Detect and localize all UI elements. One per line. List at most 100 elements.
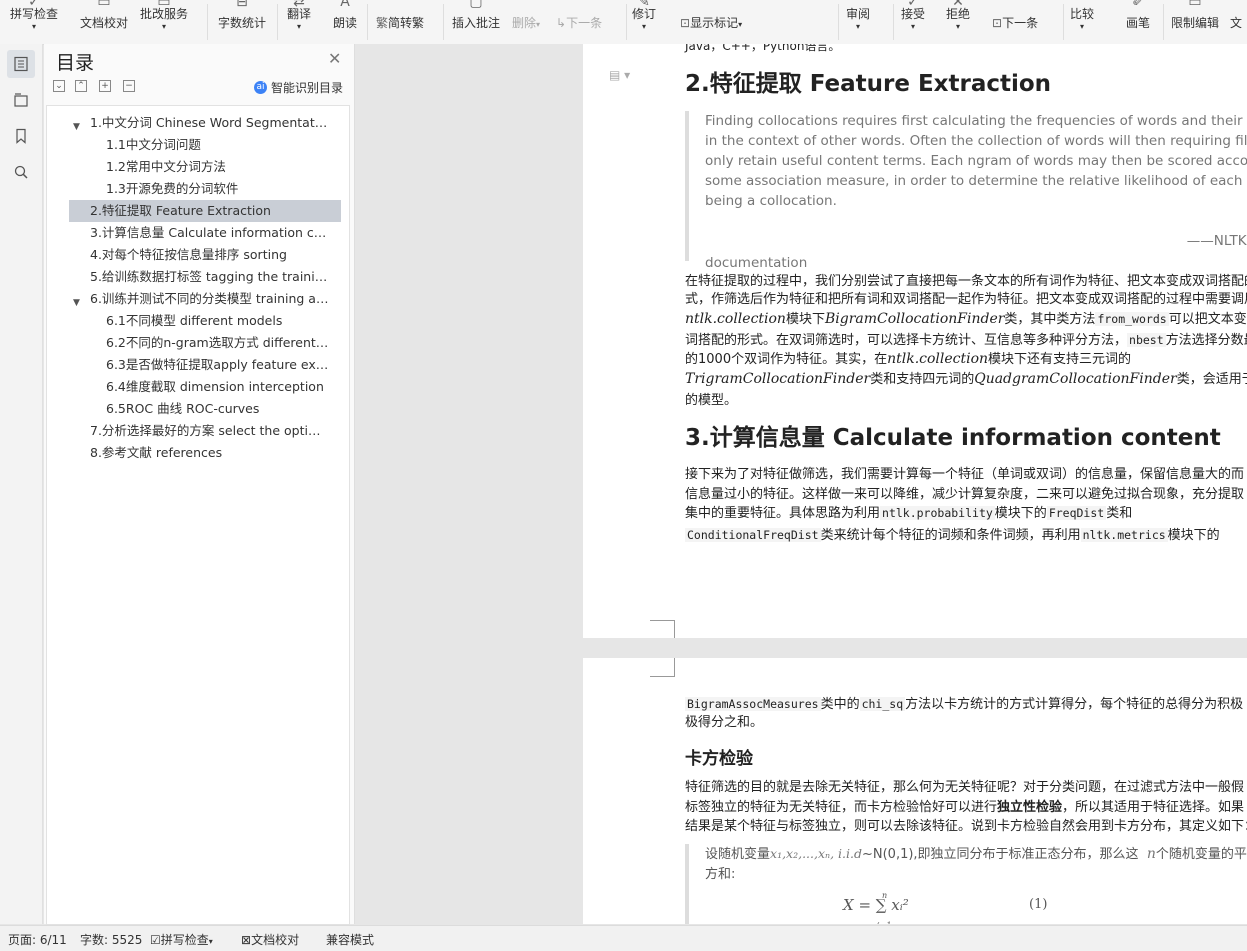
crop-mark (650, 620, 675, 638)
doc-check-status[interactable]: ⊠文档校对 (241, 931, 299, 948)
toc-item[interactable]: 7.分析选择最好的方案 select the optimal solution (90, 420, 332, 442)
body-text: 集中的重要特征。具体思路为利用 ntlk.probability 模块下的 FreqD… (685, 506, 1133, 521)
blockquote: Finding collocations requires first calc… (685, 111, 1247, 271)
accept-button[interactable]: ✓ 接受 ▾ (901, 0, 925, 44)
page-indicator[interactable]: 页面: 6/11 (8, 931, 67, 948)
toc-item[interactable]: 5.给训练数据打标签 tagging the training data (90, 266, 332, 288)
body-text: 标签独立的特征为无关特征，而卡方检验恰好可以进行独立性检验，所以其适用于特征选择… (685, 800, 1245, 815)
review-button[interactable]: 审阅 ▾ (846, 0, 870, 44)
toc-view-icon[interactable] (7, 50, 35, 78)
body-text: ConditionalFreqDist 类来统计每个特征的词频和条件词频，再利用 n… (685, 528, 1220, 543)
smart-toc-icon: ai (254, 81, 267, 94)
batch-service-button[interactable]: ▭ 批改服务 ▾ (140, 0, 188, 44)
toc-item[interactable]: 6.5ROC 曲线 ROC-curves (106, 398, 331, 420)
body-text: TrigramCollocationFinder类和支持四元词的Quadgram… (685, 371, 1247, 387)
toc-item[interactable]: 1.1中文分词问题 (106, 134, 331, 156)
smart-toc-button[interactable]: ai 智能识别目录 (254, 79, 343, 96)
reject-icon: ✕ (952, 0, 964, 10)
toc-item[interactable]: 1.2常用中文分词方法 (106, 156, 331, 178)
translate-button[interactable]: ⇄ 翻译 ▾ (287, 0, 311, 44)
chevron-down-icon[interactable]: ▼ (73, 122, 80, 132)
add-heading-icon[interactable]: + (99, 80, 111, 92)
next-comment-button[interactable]: ↳下一条 (556, 14, 602, 31)
insert-comment-button[interactable]: ▢ 插入批注 (452, 0, 500, 44)
check-box-icon: ☑ (150, 933, 161, 947)
check-icon: ✓ (28, 0, 40, 10)
paragraph-format-icon[interactable]: ▤ ▾ (609, 68, 630, 82)
search-doc-icon: ▭ (157, 0, 171, 10)
status-bar: 页面: 6/11 字数: 5525 ☑拼写检查▾ ⊠文档校对 兼容模式 (0, 925, 1247, 951)
body-text: BigramAssocMeasures 类中的 chi_sq 方法以卡方统计的方式计算… (685, 697, 1244, 712)
spell-check-status[interactable]: ☑拼写检查▾ (150, 931, 213, 948)
separator (893, 4, 894, 40)
close-icon[interactable]: ✕ (328, 49, 341, 68)
toc-item[interactable]: 4.对每个特征按信息量排序 sorting (90, 244, 332, 266)
equation-number: (1) (1029, 897, 1048, 912)
next-change-button[interactable]: ⊡下一条 (992, 14, 1038, 31)
markup-icon: ⊡ (680, 16, 691, 30)
lock-doc-icon: ▭ (1188, 0, 1202, 10)
separator (1063, 4, 1064, 40)
toc-item[interactable]: 6.3是否做特征提取apply feature extraction (106, 354, 331, 376)
simp-trad-button[interactable]: 繁简转繁 (376, 14, 424, 31)
restrict-edit-button[interactable]: ▭ 限制编辑 (1171, 0, 1219, 44)
bookmark-icon[interactable] (7, 122, 35, 150)
simp-trad-icon: 繁 (376, 16, 389, 30)
pen-icon: ✐ (1132, 0, 1144, 10)
toc-item-selected[interactable]: 2.特征提取 Feature Extraction (69, 200, 341, 222)
toc-list: ▼ 1.中文分词 Chinese Word Segmentation 1.1中文… (46, 105, 350, 925)
toc-item[interactable]: 3.计算信息量 Calculate information content (90, 222, 332, 244)
accept-icon: ✓ (907, 0, 919, 10)
separator (626, 4, 627, 40)
heading-chi-square: 卡方检验 (685, 749, 753, 769)
toc-item[interactable]: 6.4维度截取 dimension interception (106, 376, 331, 398)
body-text: Java，C++，Python语言。 (685, 44, 841, 53)
document-page[interactable]: BigramAssocMeasures 类中的 chi_sq 方法以卡方统计的方式计算… (583, 658, 1247, 924)
crop-mark (650, 658, 675, 677)
comment-icon: ▢ (469, 0, 483, 10)
delete-comment-button[interactable]: 删除▾ (512, 14, 540, 31)
spell-check-button[interactable]: ✓ 拼写检查 ▾ (10, 0, 58, 44)
chapter-icon[interactable] (7, 86, 35, 114)
toc-item[interactable]: 8.参考文献 references (90, 442, 332, 464)
toc-item[interactable]: 6.2不同的n-gram选取方式 different n-grams (106, 332, 331, 354)
toc-item[interactable]: 6.1不同模型 different models (106, 310, 331, 332)
remove-heading-icon[interactable]: − (123, 80, 135, 92)
separator (277, 4, 278, 40)
read-aloud-button[interactable]: A 朗读 (333, 0, 357, 44)
definition-blockquote: 设随机变量x₁,x₂,...,xₙ, i.i.d~N(0,1),即独立同分布于标… (685, 844, 1247, 924)
doc-permission-button[interactable]: 文 (1230, 0, 1242, 44)
word-count-indicator[interactable]: 字数: 5525 (80, 931, 142, 948)
doc-check-icon: ⊠ (241, 933, 252, 947)
doc-check-button[interactable]: ▭ 文档校对 (80, 0, 128, 44)
formula: X = ∑ xᵢ² (843, 896, 909, 914)
separator (367, 4, 368, 40)
body-text: 词搭配的形式。在双词筛选时，可以选择卡方统计、互信息等多种评分方法， nbest 方… (685, 333, 1247, 348)
revise-icon: ✎ (638, 0, 650, 10)
show-markup-button[interactable]: ⊡显示标记▾ (680, 14, 742, 31)
word-count-button[interactable]: ⊟ 字数统计 (218, 0, 266, 44)
collapse-all-icon[interactable]: ⌄ (53, 80, 65, 92)
toc-item[interactable]: 1.3开源免费的分词软件 (106, 178, 331, 200)
read-aloud-icon: A (340, 0, 350, 10)
heading-calculate-information: 3.计算信息量 Calculate information content (685, 425, 1221, 451)
navigation-icon-bar (0, 44, 43, 924)
toc-item[interactable]: 1.中文分词 Chinese Word Segmentation (90, 112, 330, 134)
revise-button[interactable]: ✎ 修订 ▾ (632, 0, 656, 44)
chevron-down-icon[interactable]: ▼ (73, 298, 80, 308)
separator (207, 4, 208, 40)
search-icon[interactable] (7, 158, 35, 186)
document-canvas-gap (355, 44, 583, 924)
pen-button[interactable]: ✐ 画笔 (1126, 0, 1150, 44)
panel-title: 目录 (56, 52, 95, 74)
body-text: 的1000个双词作为特征。其实，在ntlk.collection模块下还有支持三… (685, 351, 1132, 367)
document-page[interactable]: Java，C++，Python语言。 ▤ ▾ 2.特征提取 Feature Ex… (583, 44, 1247, 638)
formula-upper-limit: n (882, 891, 888, 900)
compare-button[interactable]: 比较 ▾ (1070, 0, 1094, 44)
toc-panel: 目录 ✕ ⌄ ⌃ + − ai 智能识别目录 ▼ 1.中文分词 Chinese … (44, 44, 355, 925)
toc-item[interactable]: 6.训练并测试不同的分类模型 training and testing (90, 288, 332, 310)
reject-button[interactable]: ✕ 拒绝 ▾ (946, 0, 970, 44)
body-text: ntlk.collection模块下BigramCollocationFinde… (685, 311, 1247, 327)
expand-all-icon[interactable]: ⌃ (75, 80, 87, 92)
next-change-icon: ⊡ (992, 16, 1003, 30)
